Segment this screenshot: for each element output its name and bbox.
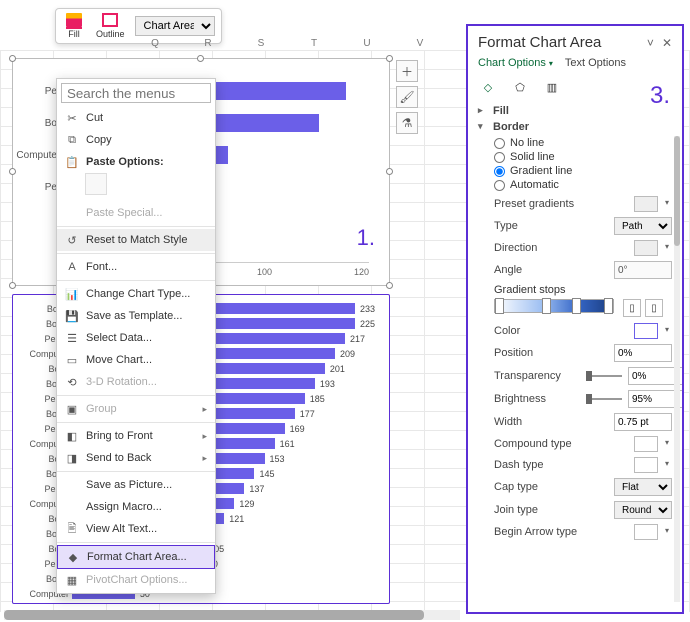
cut-icon: ✂ bbox=[65, 111, 79, 125]
chart-filters-button[interactable]: ⚗ bbox=[396, 112, 418, 134]
compound-picker[interactable] bbox=[634, 436, 658, 452]
resize-handle[interactable] bbox=[9, 282, 16, 289]
copy-icon: ⧉ bbox=[65, 133, 79, 147]
direction-picker[interactable] bbox=[634, 240, 658, 256]
menu-font[interactable]: AFont... bbox=[57, 256, 215, 278]
bring-front-icon: ◧ bbox=[65, 429, 79, 443]
radio-automatic[interactable]: Automatic bbox=[494, 179, 672, 191]
radio-no-line[interactable]: No line bbox=[494, 137, 672, 149]
menu-3d-rotation: ⟲3-D Rotation... bbox=[57, 371, 215, 393]
chart-side-buttons: ＋ 🖌 ⚗ bbox=[396, 60, 418, 134]
preset-gradients-picker[interactable] bbox=[634, 196, 658, 212]
type-select[interactable]: Path bbox=[614, 217, 672, 235]
resize-handle[interactable] bbox=[386, 55, 393, 62]
cap-select[interactable]: Flat bbox=[614, 478, 672, 496]
radio-solid-line[interactable]: Solid line bbox=[494, 151, 672, 163]
paste-option-button[interactable] bbox=[85, 173, 107, 195]
menu-paste-options: 📋Paste Options: bbox=[57, 151, 215, 173]
annotation-3: 3. bbox=[650, 82, 670, 110]
menu-cut[interactable]: ✂Cut bbox=[57, 107, 215, 129]
menu-save-picture[interactable]: Save as Picture... bbox=[57, 474, 215, 496]
alt-text-icon: 🖹 bbox=[65, 522, 79, 536]
tab-chart-options[interactable]: Chart Options ▾ bbox=[478, 57, 553, 69]
template-icon: 💾 bbox=[65, 309, 79, 323]
gradient-stops-track[interactable] bbox=[494, 299, 614, 313]
pivot-icon: ▦ bbox=[65, 573, 79, 587]
add-stop-button[interactable]: ▯ bbox=[623, 299, 641, 317]
annotation-1: 1. bbox=[357, 225, 375, 251]
format-pane: Format Chart Area ˅ ✕ Chart Options ▾ Te… bbox=[466, 24, 684, 614]
menu-send-back[interactable]: ◨Send to Back▸ bbox=[57, 447, 215, 469]
begin-arrow-picker[interactable] bbox=[634, 524, 658, 540]
pane-scrollbar[interactable] bbox=[674, 136, 680, 602]
rotation-icon: ⟲ bbox=[65, 375, 79, 389]
send-back-icon: ◨ bbox=[65, 451, 79, 465]
menu-search-input[interactable] bbox=[61, 83, 211, 103]
fill-label: Fill bbox=[68, 29, 80, 39]
brightness-slider[interactable] bbox=[586, 398, 622, 400]
outline-button[interactable]: Outline bbox=[92, 13, 129, 39]
chart-element-select[interactable]: Chart Area bbox=[135, 16, 215, 36]
resize-handle[interactable] bbox=[386, 168, 393, 175]
chart-elements-button[interactable]: ＋ bbox=[396, 60, 418, 82]
menu-move-chart[interactable]: ▭Move Chart... bbox=[57, 349, 215, 371]
menu-copy[interactable]: ⧉Copy bbox=[57, 129, 215, 151]
outline-label: Outline bbox=[96, 29, 125, 39]
width-input[interactable] bbox=[614, 413, 672, 431]
group-icon: ▣ bbox=[65, 402, 79, 416]
menu-paste-special: Paste Special... bbox=[57, 202, 215, 224]
column-headers: QRS TUV bbox=[148, 38, 427, 49]
chart-styles-button[interactable]: 🖌 bbox=[396, 86, 418, 108]
effects-tab-icon[interactable]: ⬠ bbox=[510, 77, 530, 97]
menu-save-template[interactable]: 💾Save as Template... bbox=[57, 305, 215, 327]
menu-change-chart-type[interactable]: 📊Change Chart Type... bbox=[57, 283, 215, 305]
pane-dropdown-icon[interactable]: ˅ bbox=[647, 36, 654, 50]
move-icon: ▭ bbox=[65, 353, 79, 367]
remove-stop-button[interactable]: ▯ bbox=[645, 299, 663, 317]
context-menu: ✂Cut ⧉Copy 📋Paste Options: Paste Special… bbox=[56, 78, 216, 594]
menu-select-data[interactable]: ☰Select Data... bbox=[57, 327, 215, 349]
color-picker[interactable] bbox=[634, 323, 658, 339]
resize-handle[interactable] bbox=[9, 168, 16, 175]
menu-group: ▣Group▸ bbox=[57, 398, 215, 420]
menu-format-chart-area[interactable]: ◆Format Chart Area... bbox=[57, 545, 215, 569]
fill-button[interactable]: Fill bbox=[62, 13, 86, 39]
pane-title: Format Chart Area bbox=[478, 34, 601, 51]
horizontal-scrollbar[interactable] bbox=[4, 610, 460, 620]
outline-icon bbox=[102, 13, 118, 27]
resize-handle[interactable] bbox=[386, 282, 393, 289]
font-icon: A bbox=[65, 260, 79, 274]
menu-assign-macro[interactable]: Assign Macro... bbox=[57, 496, 215, 518]
transparency-slider[interactable] bbox=[586, 375, 622, 377]
menu-reset-style[interactable]: ↺Reset to Match Style bbox=[57, 229, 215, 251]
position-input[interactable] bbox=[614, 344, 672, 362]
fill-line-tab-icon[interactable]: ◇ bbox=[478, 77, 498, 97]
select-data-icon: ☰ bbox=[65, 331, 79, 345]
paste-icon: 📋 bbox=[65, 155, 79, 169]
size-tab-icon[interactable]: ▥ bbox=[542, 77, 562, 97]
angle-input bbox=[614, 261, 672, 279]
section-fill[interactable]: ▸Fill bbox=[478, 105, 672, 117]
format-icon: ◆ bbox=[66, 550, 80, 564]
dash-picker[interactable] bbox=[634, 457, 658, 473]
fill-icon bbox=[66, 13, 82, 27]
radio-gradient-line[interactable]: Gradient line bbox=[494, 165, 672, 177]
join-select[interactable]: Round bbox=[614, 501, 672, 519]
pane-close-icon[interactable]: ✕ bbox=[662, 36, 672, 50]
menu-bring-front[interactable]: ◧Bring to Front▸ bbox=[57, 425, 215, 447]
menu-view-alt-text[interactable]: 🖹View Alt Text... bbox=[57, 518, 215, 540]
reset-icon: ↺ bbox=[65, 233, 79, 247]
chevron-down-icon: ▾ bbox=[549, 59, 553, 68]
tab-text-options[interactable]: Text Options bbox=[565, 57, 626, 69]
menu-pivotchart-options: ▦PivotChart Options... bbox=[57, 569, 215, 591]
chart-type-icon: 📊 bbox=[65, 287, 79, 301]
resize-handle[interactable] bbox=[197, 55, 204, 62]
section-border[interactable]: ▾Border bbox=[478, 121, 672, 133]
resize-handle[interactable] bbox=[9, 55, 16, 62]
